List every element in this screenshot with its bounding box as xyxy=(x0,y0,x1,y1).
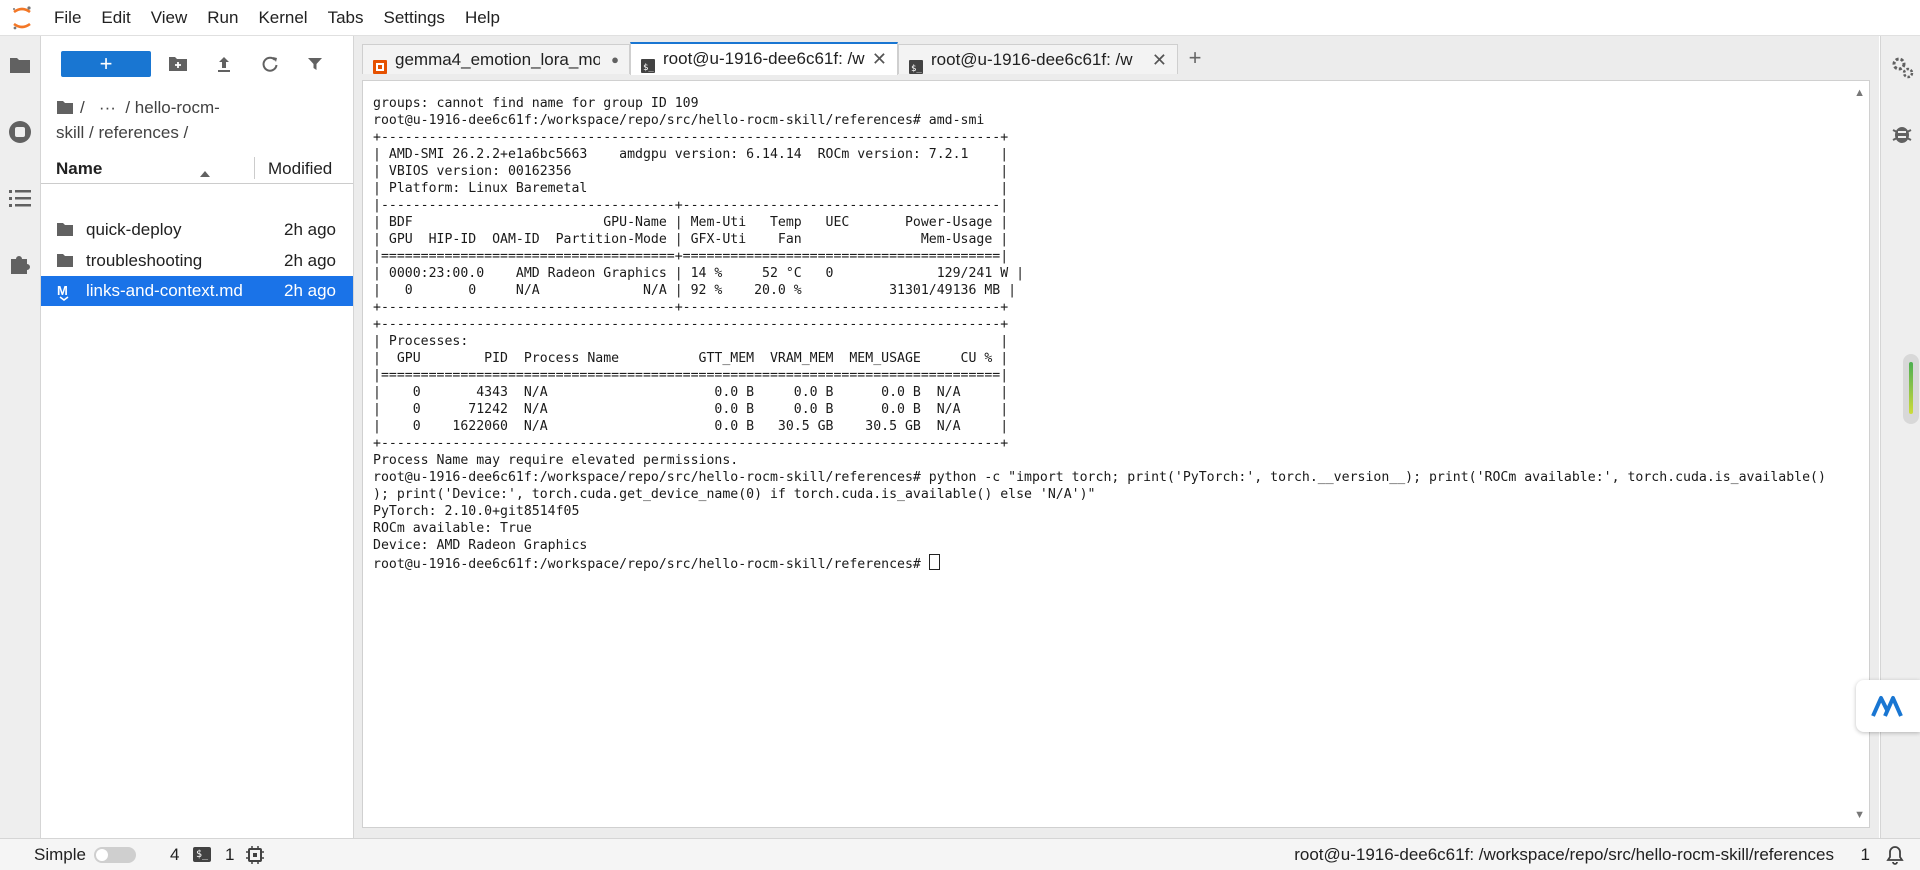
table-of-contents-icon[interactable] xyxy=(6,184,34,212)
menu-settings[interactable]: Settings xyxy=(374,0,455,35)
column-name[interactable]: Name xyxy=(56,159,102,179)
terminal-icon: $_ xyxy=(909,54,923,74)
extension-manager-icon[interactable] xyxy=(6,250,34,278)
close-icon[interactable]: ✕ xyxy=(1152,45,1167,75)
terminal-count[interactable]: 1 xyxy=(225,845,234,865)
file-row-quick-deploy[interactable]: quick-deploy 2h ago xyxy=(41,215,353,245)
breadcrumb-path-2[interactable]: skill / references / xyxy=(56,123,188,142)
upload-icon[interactable] xyxy=(213,53,235,75)
status-bar: Simple 4 $_ 1 root@u-1916-dee6c61f: /wor… xyxy=(0,838,1920,870)
breadcrumb: / ··· / hello-rocm- skill / references / xyxy=(56,96,326,144)
new-launcher-button[interactable]: + xyxy=(61,51,151,77)
simple-mode-toggle[interactable] xyxy=(94,847,136,863)
terminal-output[interactable]: groups: cannot find name for group ID 10… xyxy=(373,95,1826,573)
svg-text:$_: $_ xyxy=(643,63,654,73)
file-modified: 2h ago xyxy=(284,251,336,270)
menu-kernel[interactable]: Kernel xyxy=(248,0,317,35)
debugger-bug-icon[interactable] xyxy=(1889,120,1915,146)
breadcrumb-home-folder-icon[interactable] xyxy=(56,98,74,121)
kernel-status-gear-icon[interactable] xyxy=(246,846,264,869)
scroll-up-arrow-icon[interactable]: ▲ xyxy=(1854,87,1865,99)
breadcrumb-ellipsis[interactable]: ··· xyxy=(99,98,116,117)
tab-label: root@u-1916-dee6c61f: /w xyxy=(663,49,865,68)
svg-text:$_: $_ xyxy=(911,64,922,74)
breadcrumb-root[interactable]: / xyxy=(80,98,85,117)
notification-count[interactable]: 1 xyxy=(1861,845,1870,865)
menu-tabs[interactable]: Tabs xyxy=(318,0,374,35)
notebook-icon xyxy=(373,54,387,74)
jupyter-logo-icon xyxy=(0,0,44,35)
menu-help[interactable]: Help xyxy=(455,0,510,35)
breadcrumb-path-1[interactable]: / hello-rocm- xyxy=(125,98,219,117)
sort-ascending-icon[interactable] xyxy=(199,163,211,183)
menu-file[interactable]: File xyxy=(44,0,91,35)
side-widget-handle[interactable] xyxy=(1903,354,1919,424)
main-dock-area: gemma4_emotion_lora_mod ● $_ root@u-1916… xyxy=(354,36,1879,838)
column-divider[interactable] xyxy=(254,157,255,179)
terminal-icon: $_ xyxy=(641,53,655,73)
unsaved-dot-icon[interactable]: ● xyxy=(611,45,619,75)
kernel-count[interactable]: 4 xyxy=(170,845,179,865)
file-browser-panel: + / ··· / hello-rocm- skill / references… xyxy=(41,36,354,838)
left-activity-bar xyxy=(0,36,41,838)
assistant-logo-button[interactable] xyxy=(1856,680,1920,732)
file-list-header: Name Modified xyxy=(41,153,353,184)
new-folder-icon[interactable] xyxy=(167,53,189,75)
folder-icon xyxy=(56,253,74,269)
assistant-logo-icon xyxy=(1871,696,1903,717)
menu-bar: File Edit View Run Kernel Tabs Settings … xyxy=(0,0,1920,36)
terminal-icon[interactable]: $_ xyxy=(193,847,211,862)
menu-run[interactable]: Run xyxy=(197,0,248,35)
folder-icon xyxy=(56,222,74,238)
simple-mode-label: Simple xyxy=(34,845,86,864)
file-row-links-and-context[interactable]: M links-and-context.md 2h ago xyxy=(41,276,353,306)
tab-terminal-1[interactable]: $_ root@u-1916-dee6c61f: /w ✕ xyxy=(630,42,898,75)
file-name: quick-deploy xyxy=(86,220,182,239)
tab-label: gemma4_emotion_lora_mod xyxy=(395,50,600,69)
file-row-troubleshooting[interactable]: troubleshooting 2h ago xyxy=(41,246,353,276)
notification-bell-icon[interactable] xyxy=(1886,845,1904,870)
add-tab-button[interactable]: + xyxy=(1180,44,1210,72)
tab-label: root@u-1916-dee6c61f: /w xyxy=(931,50,1133,69)
column-modified[interactable]: Modified xyxy=(268,159,332,179)
file-name: troubleshooting xyxy=(86,251,203,270)
terminal-cursor[interactable] xyxy=(928,554,940,570)
menu-edit[interactable]: Edit xyxy=(91,0,140,35)
filter-icon[interactable] xyxy=(304,53,326,75)
running-sessions-icon[interactable] xyxy=(6,118,34,146)
tab-notebook[interactable]: gemma4_emotion_lora_mod ● xyxy=(362,44,630,74)
folder-icon[interactable] xyxy=(6,51,34,79)
status-terminal-path: root@u-1916-dee6c61f: /workspace/repo/sr… xyxy=(1294,845,1834,864)
file-modified: 2h ago xyxy=(284,220,336,239)
svg-text:M: M xyxy=(57,283,68,298)
menu-view[interactable]: View xyxy=(141,0,198,35)
scroll-down-arrow-icon[interactable]: ▼ xyxy=(1854,809,1865,821)
property-inspector-gear-icon[interactable] xyxy=(1889,54,1915,80)
close-icon[interactable]: ✕ xyxy=(872,44,887,74)
tab-terminal-2[interactable]: $_ root@u-1916-dee6c61f: /w ✕ xyxy=(898,44,1178,74)
terminal-prompt: root@u-1916-dee6c61f:/workspace/repo/src… xyxy=(373,557,929,572)
terminal-panel[interactable]: groups: cannot find name for group ID 10… xyxy=(362,80,1870,828)
refresh-icon[interactable] xyxy=(259,53,281,75)
file-modified: 2h ago xyxy=(284,281,336,300)
tab-bar: gemma4_emotion_lora_mod ● $_ root@u-1916… xyxy=(362,40,1862,75)
markdown-icon: M xyxy=(56,283,74,301)
file-name: links-and-context.md xyxy=(86,281,243,300)
